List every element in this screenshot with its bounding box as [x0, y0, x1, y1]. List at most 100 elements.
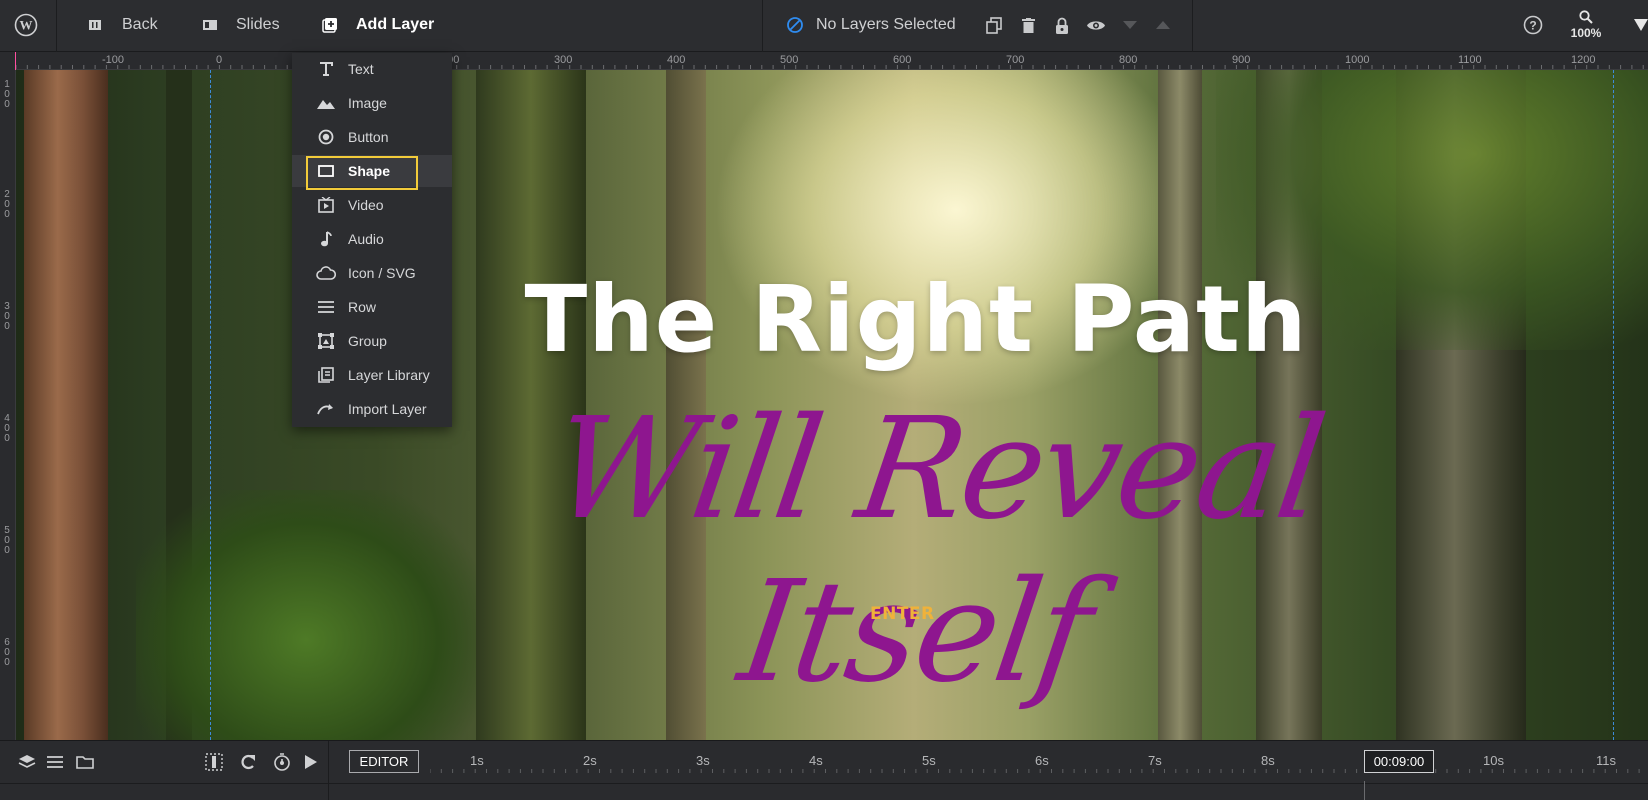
menu-item-row[interactable]: Row — [292, 291, 452, 323]
button-icon — [316, 129, 336, 145]
slides-button[interactable]: Slides — [202, 0, 280, 50]
slide-script-text[interactable]: Will Reveal Itself — [453, 388, 1399, 714]
grid-snap-icon[interactable] — [203, 751, 225, 773]
text-icon — [316, 62, 336, 76]
back-icon — [88, 18, 102, 32]
add-layer-icon — [322, 17, 338, 33]
ruler-label: -100 — [102, 54, 125, 66]
menu-item-video[interactable]: Video — [292, 189, 452, 221]
ruler-label: 600 — [893, 54, 912, 66]
delete-icon[interactable] — [1017, 0, 1039, 50]
menu-item-layer-library[interactable]: Layer Library — [292, 359, 452, 391]
ruler-label: 600 — [4, 637, 10, 668]
slide-canvas[interactable]: The Right Path Will Reveal Itself ENTER — [16, 70, 1648, 740]
menu-item-label: Group — [348, 333, 387, 349]
back-label: Back — [122, 16, 158, 33]
timeline-tick-label: 5s — [922, 753, 936, 768]
layout-guide-line — [1613, 70, 1614, 740]
lock-icon[interactable] — [1051, 0, 1073, 50]
ruler-corner — [0, 52, 16, 70]
timeline-tick-label: 4s — [809, 753, 823, 768]
video-icon — [316, 197, 336, 213]
ruler-label: 500 — [780, 54, 799, 66]
selection-status: No Layers Selected — [786, 0, 956, 50]
no-selection-icon — [786, 16, 804, 34]
ruler-label: 700 — [1006, 54, 1025, 66]
layers-icon[interactable] — [16, 751, 38, 773]
ruler-label: 400 — [667, 54, 686, 66]
timeline-tick-label: 2s — [583, 753, 597, 768]
library-icon — [316, 367, 336, 383]
ruler-label: 500 — [4, 525, 10, 556]
zoom-level: 100% — [1570, 26, 1602, 40]
timeline-bar: EDITOR 1s 2s 3s 4s 5s 6s 7s 8s 10s 11s 0… — [0, 740, 1648, 800]
menu-item-label: Button — [348, 129, 389, 145]
loop-icon[interactable] — [237, 751, 259, 773]
menu-item-label: Import Layer — [348, 401, 427, 417]
enter-button-layer[interactable]: ENTER — [870, 604, 935, 624]
ruler-label: 1000 — [1345, 54, 1370, 66]
group-icon — [316, 333, 336, 349]
selection-status-text: No Layers Selected — [816, 16, 956, 33]
play-icon[interactable] — [300, 751, 322, 773]
ruler-label: 1100 — [1458, 54, 1482, 66]
menu-item-button[interactable]: Button — [292, 121, 452, 153]
current-time-display[interactable]: 00:09:00 — [1364, 750, 1434, 773]
folder-icon[interactable] — [74, 751, 96, 773]
menu-item-label: Row — [348, 299, 377, 315]
timeline-tick-label: 1s — [470, 753, 484, 768]
menu-item-audio[interactable]: Audio — [292, 223, 452, 255]
menu-item-label: Icon / SVG — [348, 265, 416, 281]
import-icon — [316, 403, 336, 415]
slide-headline[interactable]: The Right Path — [416, 266, 1416, 373]
top-toolbar: W Back Slides Add Layer No Layers Select… — [0, 0, 1648, 52]
help-icon[interactable]: ? — [1522, 0, 1544, 50]
svg-text:W: W — [20, 18, 33, 33]
ruler-vertical[interactable]: 100 200 300 400 500 600 — [0, 70, 16, 740]
menu-item-shape[interactable]: Shape — [292, 155, 452, 190]
layout-guide-line — [210, 70, 211, 740]
timeline-tick-label: 3s — [696, 753, 710, 768]
list-icon[interactable] — [44, 751, 66, 773]
move-down-icon[interactable] — [1119, 0, 1141, 50]
menu-item-label: Layer Library — [348, 367, 430, 383]
menu-item-import-layer[interactable]: Import Layer — [292, 393, 452, 425]
wordpress-logo-icon[interactable]: W — [14, 0, 38, 50]
menu-item-group[interactable]: Group — [292, 325, 452, 357]
menu-item-label: Video — [348, 197, 384, 213]
ruler-label: 200 — [4, 189, 10, 220]
ruler-label: 300 — [554, 54, 573, 66]
menu-item-text[interactable]: Text — [292, 53, 452, 85]
highlight-frame — [306, 156, 418, 190]
editor-button[interactable]: EDITOR — [349, 750, 419, 773]
toolbar-divider — [1192, 0, 1193, 52]
stopwatch-icon[interactable] — [271, 751, 293, 773]
visibility-eye-icon[interactable] — [1085, 0, 1107, 50]
add-layer-button[interactable]: Add Layer — [322, 0, 434, 50]
move-up-icon[interactable] — [1152, 0, 1174, 50]
back-button[interactable]: Back — [88, 0, 158, 50]
menu-item-image[interactable]: Image — [292, 87, 452, 119]
menu-item-icon-svg[interactable]: Icon / SVG — [292, 257, 452, 289]
add-layer-label: Add Layer — [356, 16, 435, 33]
zoom-control[interactable]: 100% — [1566, 0, 1606, 50]
duplicate-icon[interactable] — [983, 0, 1005, 50]
ruler-label: 0 — [216, 54, 223, 66]
ruler-label: 300 — [4, 301, 10, 332]
audio-icon — [316, 231, 336, 247]
timeline-playhead[interactable] — [1364, 781, 1365, 800]
timeline-divider — [328, 741, 329, 800]
ruler-label: 800 — [1119, 54, 1138, 66]
menu-item-label: Image — [348, 95, 387, 111]
ruler-label: 400 — [4, 413, 10, 444]
ruler-horizontal[interactable]: -100 0 100 300 400 500 600 700 800 900 1… — [16, 52, 1648, 70]
menu-item-label: Text — [348, 61, 374, 77]
row-icon — [316, 301, 336, 313]
ruler-ticks — [16, 65, 1644, 69]
tree-trunk — [24, 70, 108, 740]
toolbar-divider — [762, 0, 763, 52]
svg-text:?: ? — [1529, 19, 1536, 33]
menu-chevron-icon[interactable] — [1630, 0, 1648, 50]
cloud-icon — [316, 266, 336, 280]
timeline-row-divider — [0, 783, 1648, 784]
